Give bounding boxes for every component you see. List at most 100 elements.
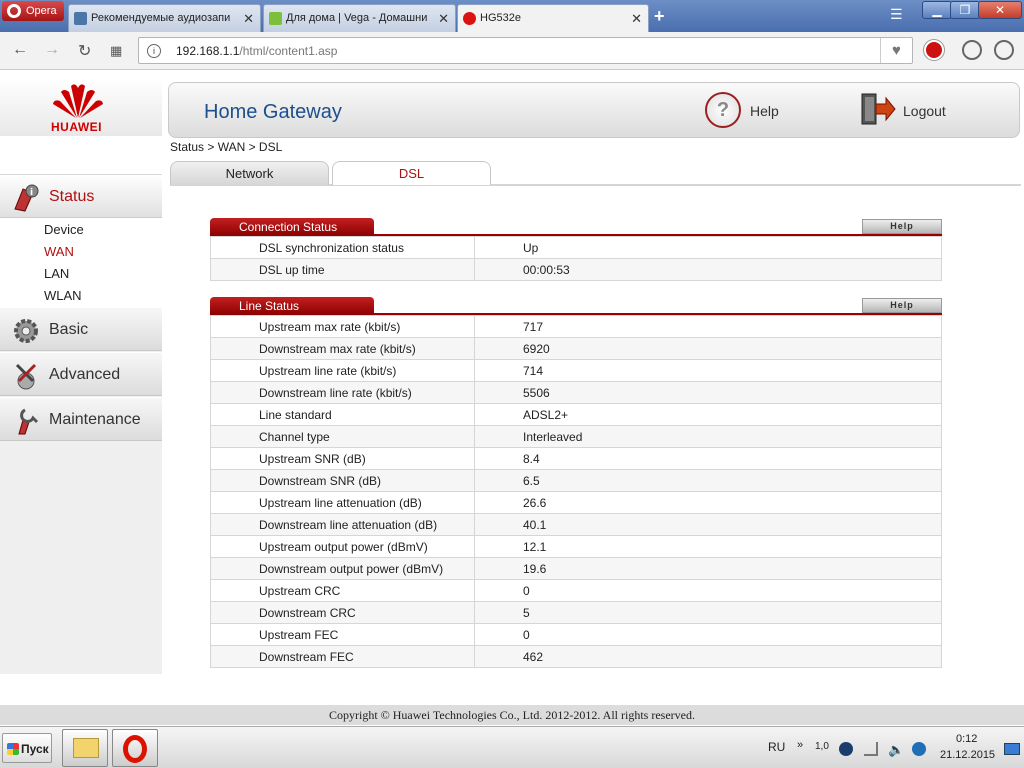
forward-arrow-icon[interactable]: →: [44, 41, 60, 59]
opera-logo-icon: [7, 4, 21, 18]
speed-dial-grid-icon[interactable]: ▦: [110, 43, 122, 59]
help-link[interactable]: Help: [750, 103, 779, 119]
update-icon[interactable]: [912, 742, 926, 756]
row-value: 6.5: [474, 469, 942, 492]
row-value: 26.6: [474, 491, 942, 514]
row-label: Downstream CRC: [210, 601, 475, 624]
table-row: Channel type Interleaved: [210, 425, 942, 448]
gear-icon: [14, 319, 38, 343]
language-indicator[interactable]: RU: [768, 740, 785, 754]
close-window-button[interactable]: ✕: [978, 1, 1022, 19]
wrench-icon: [18, 408, 39, 435]
table-row: Downstream max rate (kbit/s) 6920: [210, 337, 942, 360]
minimize-button[interactable]: ▁: [922, 1, 952, 19]
volume-icon[interactable]: 🔈: [888, 742, 904, 757]
url-text[interactable]: 192.168.1.1/html/content1.asp: [176, 44, 337, 58]
opera-icon: [123, 735, 147, 763]
section-header: Line Status Help: [210, 297, 942, 315]
help-icon[interactable]: ?: [705, 92, 741, 128]
tools-icon: [15, 363, 37, 390]
adblock-stop-icon[interactable]: [924, 40, 944, 60]
row-label: Upstream FEC: [210, 623, 475, 646]
table-row: DSL synchronization status Up: [210, 236, 942, 259]
table-row: Downstream output power (dBmV) 19.6: [210, 557, 942, 580]
site-info-icon[interactable]: i: [147, 44, 161, 58]
row-value: 12.1: [474, 535, 942, 558]
network-signal-icon[interactable]: [864, 742, 878, 756]
sidebar-subitem-lan[interactable]: LAN: [44, 266, 69, 281]
sidebar-item-maintenance[interactable]: Maintenance: [0, 397, 162, 441]
sidebar-item-status[interactable]: i Status: [0, 174, 162, 218]
status-icon: i: [14, 184, 39, 212]
row-value: 0: [474, 623, 942, 646]
sidebar-subitem-device[interactable]: Device: [44, 222, 84, 237]
browser-tab-active[interactable]: HG532e ✕: [457, 4, 649, 32]
row-value: 5: [474, 601, 942, 624]
row-value: ADSL2+: [474, 403, 942, 426]
tab-close-icon[interactable]: ✕: [438, 11, 449, 27]
row-value: Up: [474, 236, 942, 259]
clock-time: 0:12: [956, 733, 978, 745]
row-label: Line standard: [210, 403, 475, 426]
browser-tab-title: Для дома | Vega - Домашни: [286, 12, 428, 24]
header-bar: Home Gateway ? Help Logout: [168, 82, 1020, 138]
table-row: Downstream CRC 5: [210, 601, 942, 624]
page-title: Home Gateway: [204, 101, 342, 123]
explorer-taskbar-button[interactable]: [62, 729, 108, 767]
section-help-button[interactable]: Help: [862, 298, 942, 313]
sidebar-subitem-wlan[interactable]: WLAN: [44, 288, 82, 303]
sidebar-item-label: Basic: [49, 321, 89, 338]
tab-close-icon[interactable]: ✕: [631, 11, 642, 27]
opera-taskbar-button[interactable]: [112, 729, 158, 767]
section-title: Line Status: [210, 297, 374, 315]
row-label: Upstream CRC: [210, 579, 475, 602]
sidebar-item-basic[interactable]: Basic: [0, 307, 162, 351]
row-label: Upstream max rate (kbit/s): [210, 315, 475, 338]
browser-tab[interactable]: Для дома | Vega - Домашни ✕: [263, 4, 456, 32]
sidebar-item-label: Advanced: [49, 366, 121, 383]
browser-tab[interactable]: Рекомендуемые аудиозапи ✕: [68, 4, 261, 32]
address-field[interactable]: i 192.168.1.1/html/content1.asp ♥: [138, 37, 913, 64]
browser-tab-title: HG532e: [480, 12, 521, 24]
tab-dsl[interactable]: DSL: [332, 161, 491, 185]
logout-icon[interactable]: [860, 92, 896, 126]
router-page: HUAWEI Home Gateway ? Help Logout Status…: [0, 70, 1024, 725]
opera-menu-button[interactable]: Opera: [2, 1, 64, 21]
row-value: 714: [474, 359, 942, 382]
svg-text:i: i: [30, 188, 33, 198]
bookmark-heart-icon[interactable]: ♥: [880, 38, 912, 63]
table-row: Downstream SNR (dB) 6.5: [210, 469, 942, 492]
table-row: Upstream CRC 0: [210, 579, 942, 602]
show-desktop-icon[interactable]: [1004, 743, 1020, 755]
row-label: Downstream output power (dBmV): [210, 557, 475, 580]
back-arrow-icon[interactable]: ←: [12, 41, 28, 59]
row-label: Downstream max rate (kbit/s): [210, 337, 475, 360]
tab-menu-icon[interactable]: ☰: [890, 6, 903, 23]
connection-status-table: DSL synchronization status Up DSL up time 0…: [210, 236, 942, 281]
download-icon[interactable]: [962, 40, 982, 60]
taskbar: Пуск RU » 1,0 🔈 0:12 21.12.2015: [0, 726, 1024, 768]
row-value: 19.6: [474, 557, 942, 580]
row-value: Interleaved: [474, 425, 942, 448]
sidebar-subitem-wan[interactable]: WAN: [44, 244, 74, 259]
logout-link[interactable]: Logout: [903, 103, 946, 119]
steam-icon[interactable]: [839, 742, 853, 756]
row-value: 462: [474, 645, 942, 668]
reload-icon[interactable]: ↻: [78, 41, 91, 61]
table-row: Downstream FEC 462: [210, 645, 942, 668]
table-row: Upstream FEC 0: [210, 623, 942, 646]
start-button[interactable]: Пуск: [2, 733, 52, 763]
section-help-button[interactable]: Help: [862, 219, 942, 234]
tab-close-icon[interactable]: ✕: [243, 11, 254, 27]
start-label: Пуск: [21, 742, 49, 756]
account-icon[interactable]: [994, 40, 1014, 60]
maximize-button[interactable]: ❐: [950, 1, 980, 19]
sidebar-item-advanced[interactable]: Advanced: [0, 352, 162, 396]
play-favicon-icon: [74, 12, 87, 25]
connection-status-section: Connection Status Help DSL synchronizati…: [210, 218, 942, 281]
table-row: Upstream line attenuation (dB) 26.6: [210, 491, 942, 514]
new-tab-button[interactable]: +: [654, 6, 665, 27]
show-hidden-icons[interactable]: »: [797, 739, 803, 751]
tab-network[interactable]: Network: [170, 161, 329, 185]
row-value: 717: [474, 315, 942, 338]
